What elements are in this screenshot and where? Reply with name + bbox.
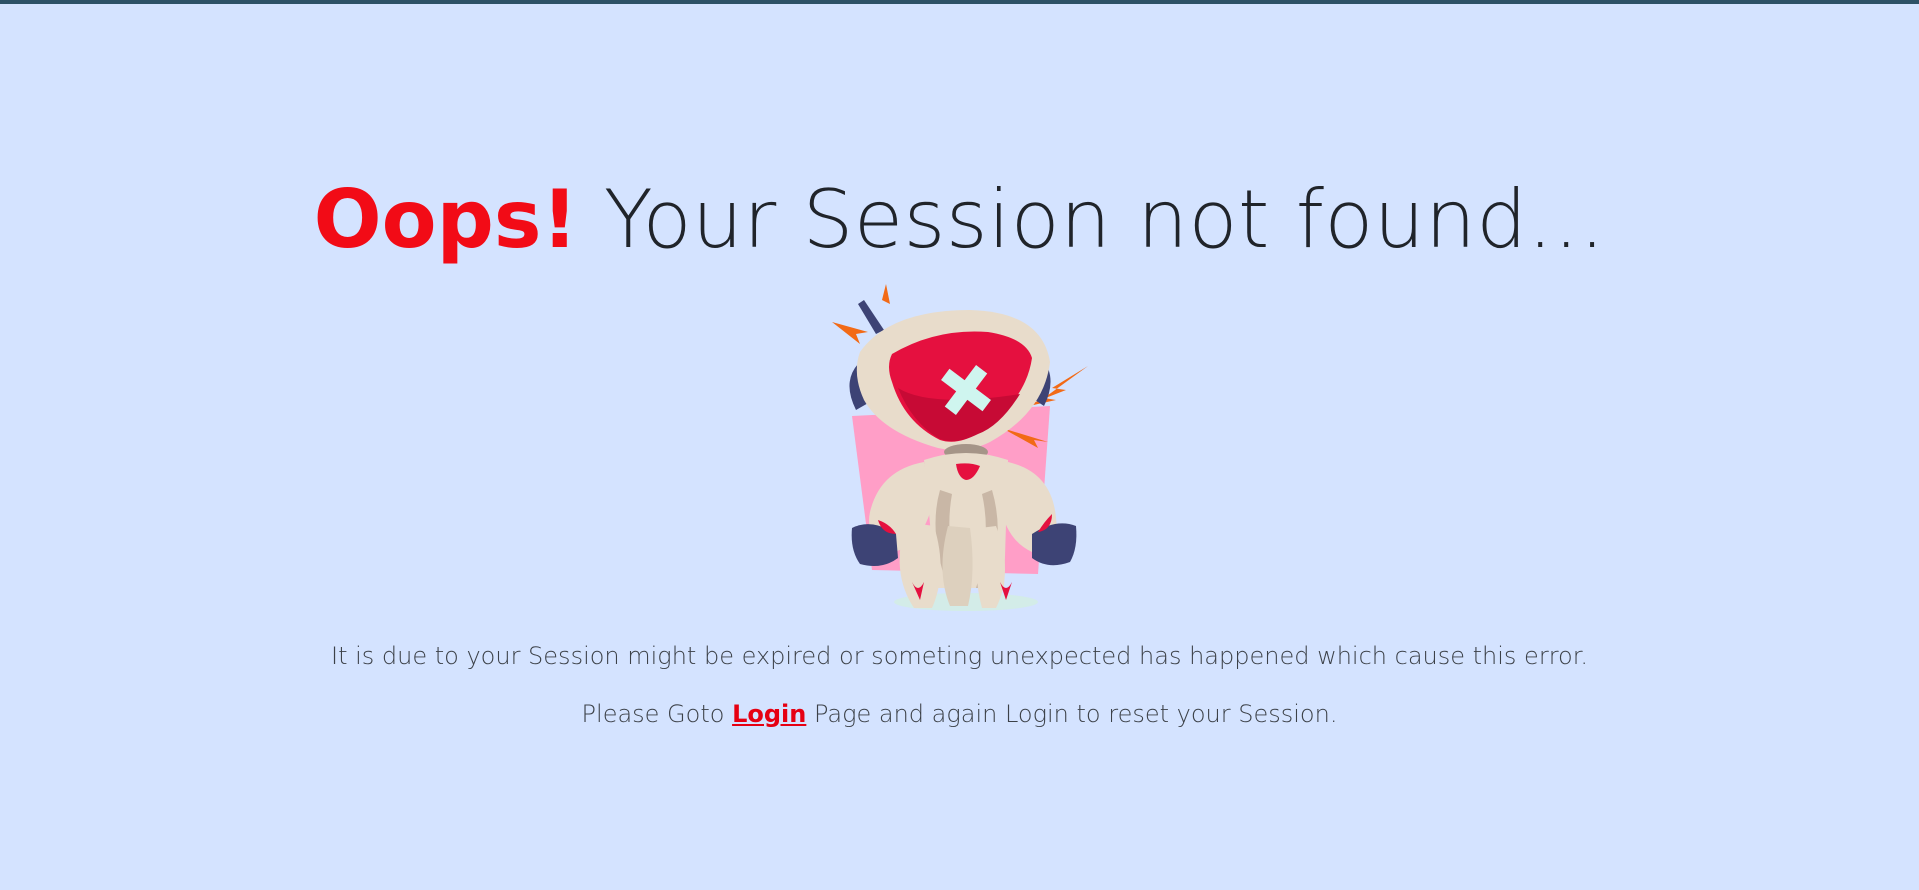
instruction-prefix: Please Goto (581, 700, 733, 728)
instruction-suffix: Page and again Login to reset your Sessi… (806, 700, 1338, 728)
page-title: Oops! Your Session not found... (0, 170, 1919, 270)
spark-top (882, 284, 890, 304)
broken-robot-icon (832, 284, 1088, 611)
robot-antenna (858, 300, 884, 334)
error-description: It is due to your Session might be expir… (330, 642, 1589, 670)
login-instruction: Please Goto Login Page and again Login t… (0, 700, 1919, 728)
oops-label: Oops! (313, 173, 578, 266)
spark-left (832, 322, 868, 344)
robot-center-leg (942, 526, 973, 606)
title-text: Your Session not found... (578, 173, 1606, 266)
login-link[interactable]: Login (732, 700, 806, 728)
top-bar (0, 0, 1919, 4)
